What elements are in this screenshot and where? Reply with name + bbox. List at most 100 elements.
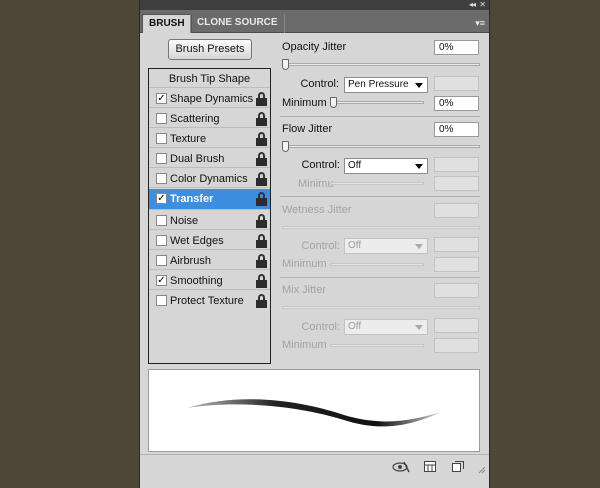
option-airbrush[interactable]: Airbrush — [149, 251, 270, 271]
wet-edges-label: Wet Edges — [170, 235, 224, 247]
opacity-minimum-slider-thumb[interactable] — [330, 97, 337, 108]
mix-control-box — [434, 318, 479, 333]
lock-icon[interactable] — [256, 92, 267, 106]
section-divider — [280, 277, 480, 278]
option-scattering[interactable]: Scattering — [149, 109, 270, 129]
eye-brush-icon[interactable] — [392, 461, 410, 473]
resize-grip-icon[interactable] — [478, 465, 486, 474]
new-brush-icon[interactable] — [452, 461, 466, 473]
flow-control-value: Off — [348, 160, 362, 171]
lock-icon[interactable] — [256, 112, 267, 126]
mix-jitter-slider — [282, 306, 480, 309]
wetness-minimum-slider — [330, 263, 424, 266]
mix-control-value: Off — [348, 321, 362, 332]
option-texture[interactable]: Texture — [149, 129, 270, 149]
mix-minimum-slider — [330, 344, 424, 347]
flow-jitter-value[interactable]: 0% — [434, 122, 479, 137]
panel-menu-icon[interactable]: ▾≡ — [475, 18, 485, 29]
wet-edges-checkbox[interactable] — [156, 235, 167, 246]
brush-options-list: Brush Tip Shape ✓ Shape Dynamics Scatterin… — [148, 68, 271, 364]
panel-bottom-toolbar — [140, 454, 489, 488]
transfer-checkbox[interactable]: ✓ — [156, 193, 167, 204]
grid-panel-icon[interactable] — [424, 461, 438, 473]
opacity-jitter-slider-thumb[interactable] — [282, 59, 289, 70]
lock-icon[interactable] — [256, 152, 267, 166]
opacity-minimum-label: Minimum — [282, 97, 327, 109]
opacity-minimum-slider[interactable] — [330, 101, 424, 104]
tab-brush[interactable]: BRUSH — [142, 14, 192, 33]
stroke-preview-graphic — [187, 399, 441, 427]
opacity-control-value: Pen Pressure — [348, 79, 409, 90]
chevron-down-icon — [415, 325, 423, 330]
shape-dynamics-checkbox[interactable]: ✓ — [156, 93, 167, 104]
lock-icon[interactable] — [256, 294, 267, 308]
airbrush-label: Airbrush — [170, 255, 211, 267]
mix-jitter-value — [434, 283, 479, 298]
option-wet-edges[interactable]: Wet Edges — [149, 231, 270, 251]
brush-stroke-preview — [148, 369, 480, 452]
option-noise[interactable]: Noise — [149, 211, 270, 231]
tab-clone-source[interactable]: CLONE SOURCE — [190, 14, 285, 33]
flow-jitter-slider-thumb[interactable] — [282, 141, 289, 152]
brush-tip-shape-item[interactable]: Brush Tip Shape — [149, 73, 270, 85]
dual-brush-checkbox[interactable] — [156, 153, 167, 164]
collapse-icon[interactable]: ◂◂ — [469, 0, 476, 10]
lock-icon[interactable] — [256, 234, 267, 248]
flow-minimum-value — [434, 176, 479, 191]
option-shape-dynamics[interactable]: ✓ Shape Dynamics — [149, 89, 270, 109]
option-smoothing[interactable]: ✓ Smoothing — [149, 271, 270, 291]
lock-icon[interactable] — [256, 192, 267, 206]
lock-icon[interactable] — [256, 132, 267, 146]
opacity-jitter-slider[interactable] — [282, 63, 480, 66]
shape-dynamics-label: Shape Dynamics — [170, 93, 254, 105]
panel-title-bar: ◂◂ ✕ — [140, 0, 489, 10]
flow-jitter-slider[interactable] — [282, 145, 480, 148]
scattering-checkbox[interactable] — [156, 113, 167, 124]
noise-checkbox[interactable] — [156, 215, 167, 226]
lock-icon[interactable] — [256, 214, 267, 228]
opacity-jitter-label: Opacity Jitter — [282, 41, 347, 53]
brush-presets-button[interactable]: Brush Presets — [168, 39, 252, 60]
flow-jitter-label: Flow Jitter — [282, 123, 333, 135]
smoothing-label: Smoothing — [170, 275, 223, 287]
protect-texture-checkbox[interactable] — [156, 295, 167, 306]
scattering-label: Scattering — [170, 113, 220, 125]
opacity-control-select[interactable]: Pen Pressure — [344, 77, 428, 93]
airbrush-checkbox[interactable] — [156, 255, 167, 266]
wetness-control-label: Control: — [301, 240, 340, 252]
flow-control-select[interactable]: Off — [344, 158, 428, 174]
wetness-jitter-slider — [282, 226, 480, 229]
wetness-minimum-value — [434, 257, 479, 272]
lock-icon[interactable] — [256, 254, 267, 268]
lock-icon[interactable] — [256, 274, 267, 288]
lock-icon[interactable] — [256, 172, 267, 186]
flow-minimum-slider — [330, 182, 424, 185]
mix-minimum-label: Minimum — [282, 339, 327, 351]
chevron-down-icon — [415, 164, 423, 169]
color-dynamics-label: Color Dynamics — [170, 173, 248, 185]
opacity-minimum-value[interactable]: 0% — [434, 96, 479, 111]
opacity-jitter-value[interactable]: 0% — [434, 40, 479, 55]
flow-control-box — [434, 157, 479, 172]
mix-jitter-label: Mix Jitter — [282, 284, 326, 296]
wetness-jitter-value — [434, 203, 479, 218]
list-divider — [149, 209, 270, 210]
mix-control-select: Off — [344, 319, 428, 335]
protect-texture-label: Protect Texture — [170, 295, 244, 307]
wetness-jitter-label: Wetness Jitter — [282, 204, 352, 216]
opacity-control-label: Control: — [300, 78, 339, 90]
color-dynamics-checkbox[interactable] — [156, 173, 167, 184]
wetness-control-box — [434, 237, 479, 252]
mix-minimum-value — [434, 338, 479, 353]
tab-bar: BRUSH CLONE SOURCE ▾≡ — [140, 10, 489, 33]
brush-panel: ◂◂ ✕ BRUSH CLONE SOURCE ▾≡ Brush Presets… — [139, 0, 490, 488]
option-transfer[interactable]: ✓ Transfer — [149, 189, 270, 209]
smoothing-checkbox[interactable]: ✓ — [156, 275, 167, 286]
option-protect-texture[interactable]: Protect Texture — [149, 291, 270, 311]
flow-minimum-label: Minimu — [298, 178, 334, 190]
close-icon[interactable]: ✕ — [479, 0, 486, 10]
option-dual-brush[interactable]: Dual Brush — [149, 149, 270, 169]
flow-control-label: Control: — [301, 159, 340, 171]
option-color-dynamics[interactable]: Color Dynamics — [149, 169, 270, 189]
texture-checkbox[interactable] — [156, 133, 167, 144]
